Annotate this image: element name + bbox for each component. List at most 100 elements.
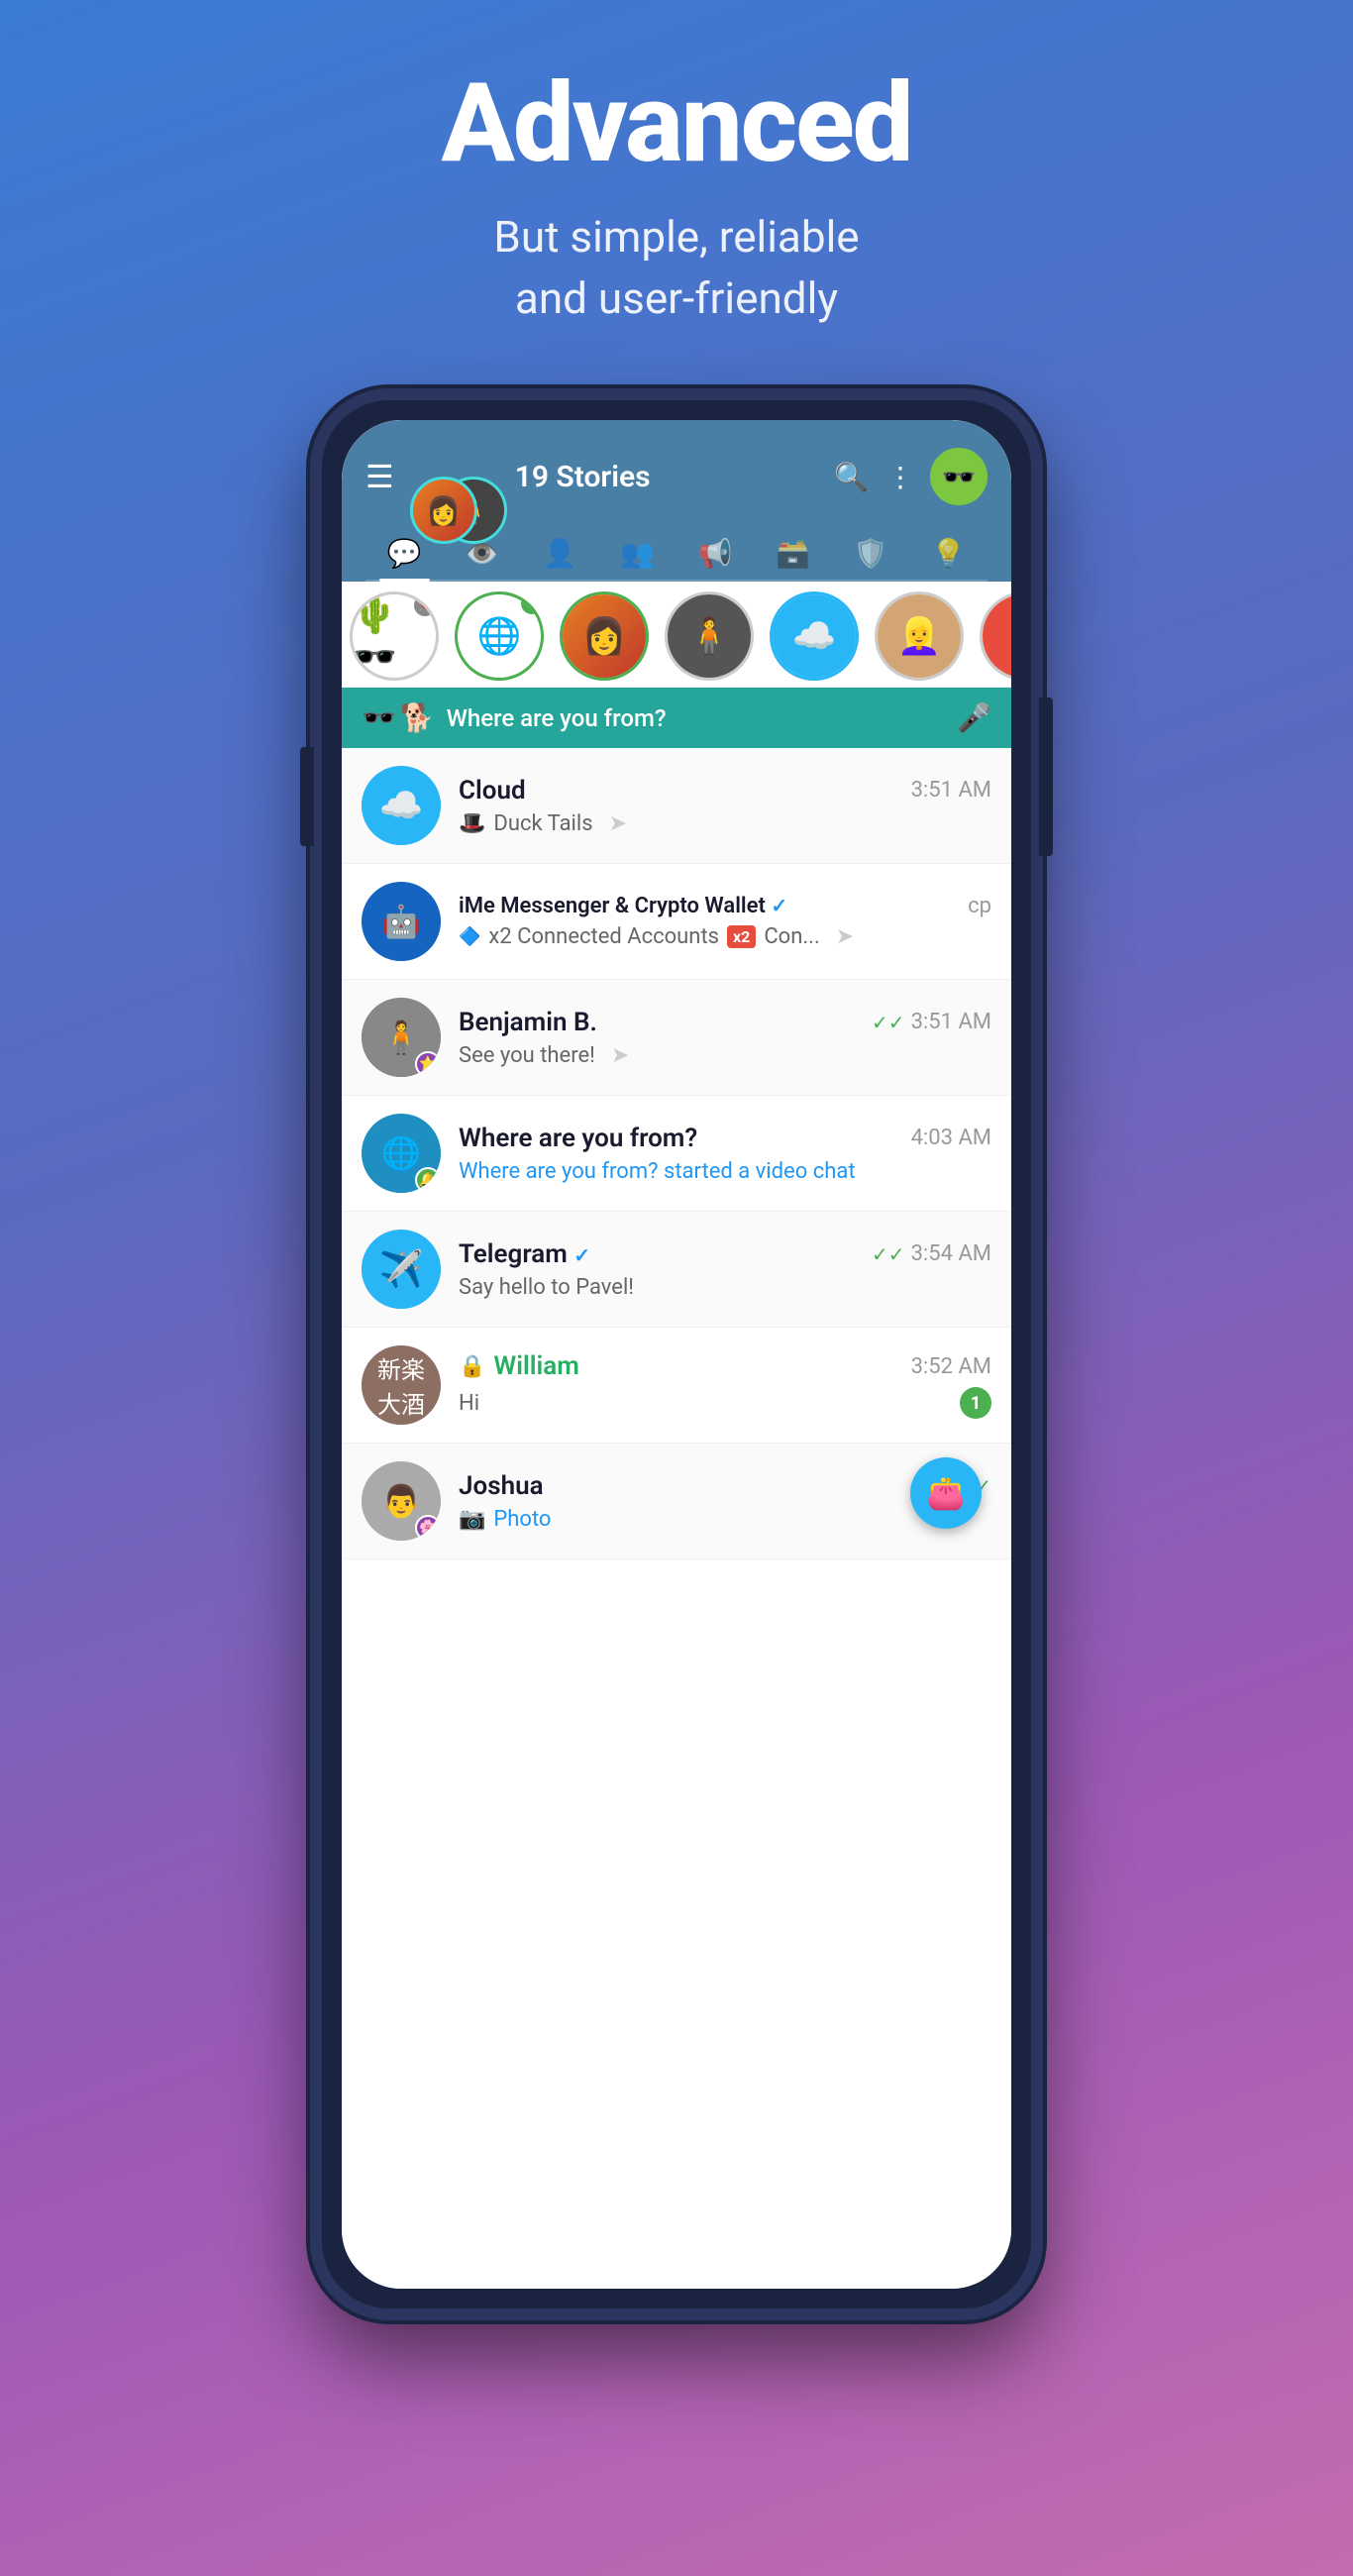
search-bar-emojis: 🕶️ 🐕 <box>362 701 435 734</box>
verified-icon-ime: ✓ <box>771 894 787 917</box>
chat-preview-where: Where are you from? started a video chat <box>459 1159 991 1184</box>
mic-icon[interactable]: 🎤 <box>957 701 991 734</box>
phone-screen: ☰ 👩 🧍 19 Stories <box>342 420 1011 2289</box>
chat-list: ☁️ Cloud 3:51 AM 🎩 Duck Tails ➤ <box>342 748 1011 2289</box>
chat-preview-text-cloud: Duck Tails <box>493 811 592 836</box>
tab-privacy[interactable]: 🛡️ <box>846 533 896 574</box>
send-icon-benjamin: ➤ <box>611 1043 629 1068</box>
avatar-william: 新楽大酒 <box>362 1345 441 1425</box>
tab-archived[interactable]: 🗃️ <box>768 533 818 574</box>
header-title: 19 Stories <box>515 460 818 494</box>
story-item-6[interactable]: 👱‍♀️ <box>867 582 972 687</box>
chat-item-ime[interactable]: 🤖 iMe Messenger & Crypto Wallet ✓ cp 🔷 x… <box>342 864 1011 980</box>
double-check-telegram: ✓✓ <box>872 1242 905 1266</box>
chat-preview-cloud: 🎩 Duck Tails ➤ <box>459 811 991 836</box>
chat-preview-text-telegram: Say hello to Pavel! <box>459 1275 634 1300</box>
tab-contacts[interactable]: 👤 <box>535 533 585 574</box>
chat-preview-icon-joshua: 📷 <box>459 1507 485 1532</box>
chat-preview-william: Hi 1 <box>459 1387 991 1419</box>
chat-preview-joshua: 📷 Photo <box>459 1507 991 1532</box>
phone-frame: ☰ 👩 🧍 19 Stories <box>310 388 1043 2320</box>
avatar-telegram: ✈️ <box>362 1230 441 1309</box>
tab-chats[interactable]: 💬 <box>379 533 430 574</box>
chat-time-benjamin: 3:51 AM <box>911 1010 991 1034</box>
chat-item-william[interactable]: 新楽大酒 🔒 William 3:52 AM Hi <box>342 1328 1011 1444</box>
header-icons: 🔍 ⋮ <box>834 461 914 493</box>
story-item-3[interactable]: 👩 <box>552 582 657 687</box>
search-icon[interactable]: 🔍 <box>834 461 869 493</box>
avatar-where: 🌐 🔔 <box>362 1114 441 1193</box>
chat-time-telegram: 3:54 AM <box>911 1241 991 1266</box>
more-options-icon[interactable]: ⋮ <box>886 461 914 493</box>
chat-preview-text-where: Where are you from? started a video chat <box>459 1159 856 1184</box>
fab-wallet-button[interactable]: 👛 <box>910 1457 982 1529</box>
chat-item-benjamin[interactable]: 🧍 ⭐ Benjamin B. ✓✓ 3:51 AM <box>342 980 1011 1096</box>
chat-preview-con: Con... <box>764 924 819 949</box>
chat-info-ime: iMe Messenger & Crypto Wallet ✓ cp 🔷 x2 … <box>459 894 991 949</box>
app-header: ☰ 👩 🧍 19 Stories <box>342 420 1011 582</box>
app-screen: ☰ 👩 🧍 19 Stories <box>342 420 1011 2289</box>
send-icon-cloud: ➤ <box>609 811 627 836</box>
hero-title: Advanced <box>441 59 911 187</box>
story-item-7[interactable]: 新酒 <box>972 582 1011 687</box>
chat-preview-text-william: Hi <box>459 1391 479 1416</box>
search-emoji-2: 🐕 <box>400 701 435 734</box>
search-bar[interactable]: 🕶️ 🐕 Where are you from? 🎤 <box>342 688 1011 748</box>
story-avatar-1[interactable]: 👩 <box>410 477 477 544</box>
story-item-2[interactable]: 🌐 1 <box>447 582 552 687</box>
chat-item-cloud[interactable]: ☁️ Cloud 3:51 AM 🎩 Duck Tails ➤ <box>342 748 1011 864</box>
chat-preview-text-benjamin: See you there! <box>459 1043 595 1068</box>
header-top-row: ☰ 👩 🧍 19 Stories <box>365 448 988 505</box>
chat-info-william: 🔒 William 3:52 AM Hi 1 <box>459 1351 991 1419</box>
badge-joshua: 🌸 <box>415 1515 441 1541</box>
user-avatar[interactable]: 🕶️ <box>930 448 988 505</box>
story-item-5[interactable]: ☁️ <box>762 582 867 687</box>
chat-time-william: 3:52 AM <box>911 1354 991 1379</box>
chat-name-row-cloud: Cloud 3:51 AM <box>459 776 991 805</box>
chat-name-benjamin: Benjamin B. <box>459 1008 597 1037</box>
chat-item-joshua[interactable]: 👨 🌸 Joshua ✓ 📷 <box>342 1444 1011 1559</box>
chat-item-where[interactable]: 🌐 🔔 Where are you from? 4:03 AM Where ar… <box>342 1096 1011 1212</box>
chat-info-cloud: Cloud 3:51 AM 🎩 Duck Tails ➤ <box>459 776 991 836</box>
tab-tips[interactable]: 💡 <box>923 533 974 574</box>
chat-item-telegram[interactable]: ✈️ Telegram ✓ ✓✓ 3:54 AM Sa <box>342 1212 1011 1328</box>
x2-badge: x2 <box>727 925 756 948</box>
chat-time-where: 4:03 AM <box>911 1126 991 1150</box>
chat-name-row-benjamin: Benjamin B. ✓✓ 3:51 AM <box>459 1008 991 1037</box>
search-bar-text: Where are you from? <box>447 704 957 732</box>
lock-icon-william: 🔒 <box>459 1354 485 1379</box>
chat-name-telegram: Telegram ✓ <box>459 1239 590 1269</box>
avatar-ime: 🤖 <box>362 882 441 961</box>
chat-preview-emoji-cloud: 🎩 <box>459 811 485 836</box>
double-check-benjamin: ✓✓ <box>872 1011 905 1034</box>
chat-time-cloud: 3:51 AM <box>911 778 991 803</box>
stories-row: 🌵🕶️ 📌 🌐 1 👩 <box>342 582 1011 688</box>
story-item-1[interactable]: 🌵🕶️ 📌 <box>342 582 447 687</box>
chat-preview-text-joshua: Photo <box>493 1507 551 1532</box>
chat-name-row-where: Where are you from? 4:03 AM <box>459 1124 991 1153</box>
search-emoji-1: 🕶️ <box>362 701 396 734</box>
chat-name-ime: iMe Messenger & Crypto Wallet ✓ <box>459 894 787 918</box>
avatar-benjamin: 🧍 ⭐ <box>362 998 441 1077</box>
chat-preview-telegram: Say hello to Pavel! <box>459 1275 991 1300</box>
chat-preview-benjamin: See you there! ➤ <box>459 1043 991 1068</box>
chat-preview-text-ime: x2 Connected Accounts <box>488 924 719 949</box>
chat-preview-ime: 🔷 x2 Connected Accounts x2 Con... ➤ <box>459 924 991 949</box>
menu-icon[interactable]: ☰ <box>365 458 394 495</box>
power-button <box>1039 698 1053 856</box>
chat-name-joshua: Joshua <box>459 1471 544 1501</box>
hero-subtitle: But simple, reliableand user-friendly <box>493 207 859 329</box>
chat-name-william: William <box>493 1351 578 1381</box>
chat-name-cloud: Cloud <box>459 776 526 805</box>
tab-groups[interactable]: 👥 <box>612 533 663 574</box>
chat-name-row-ime: iMe Messenger & Crypto Wallet ✓ cp <box>459 894 991 918</box>
volume-button <box>300 747 314 846</box>
verified-icon-telegram: ✓ <box>573 1243 590 1267</box>
chat-info-benjamin: Benjamin B. ✓✓ 3:51 AM See you there! ➤ <box>459 1008 991 1068</box>
chat-time-ime: cp <box>968 894 991 918</box>
chat-info-telegram: Telegram ✓ ✓✓ 3:54 AM Say hello to Pavel… <box>459 1239 991 1300</box>
story-item-4[interactable]: 🧍 <box>657 582 762 687</box>
chat-preview-icon-ime: 🔷 <box>459 926 480 947</box>
avatar-joshua: 👨 🌸 <box>362 1461 441 1541</box>
tab-channels[interactable]: 📢 <box>690 533 741 574</box>
